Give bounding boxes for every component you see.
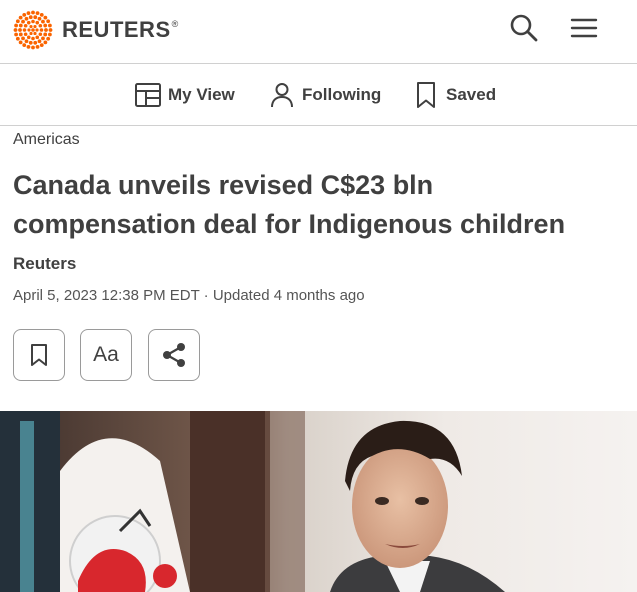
save-article-button[interactable]	[13, 329, 65, 381]
text-size-button[interactable]: Aa	[80, 329, 132, 381]
article-author[interactable]: Reuters	[13, 254, 76, 274]
share-button[interactable]	[148, 329, 200, 381]
bookmark-icon	[417, 82, 435, 108]
brand-name: REUTERS®	[62, 17, 179, 42]
nav-following-label: Following	[302, 85, 382, 104]
bookmark-icon	[31, 344, 47, 366]
text-size-label: Aa	[93, 343, 119, 366]
user-nav: My View Following Saved	[0, 65, 637, 126]
hero-photo	[0, 411, 637, 592]
article-headline: Canada unveils revised C$23 bln compensa…	[13, 170, 566, 239]
section-link[interactable]: Americas	[13, 131, 80, 149]
site-header: REUTERS®	[0, 0, 637, 64]
hamburger-menu-icon[interactable]	[568, 12, 600, 44]
share-icon	[163, 343, 185, 367]
nav-my-view-label: My View	[168, 85, 235, 104]
search-icon[interactable]	[508, 12, 540, 44]
reuters-logo-icon	[13, 10, 53, 50]
article-dateline: April 5, 2023 12:38 PM EDT · Updated 4 m…	[13, 287, 365, 304]
reuters-logo[interactable]: REUTERS®	[12, 10, 179, 50]
nav-my-view[interactable]: My View	[134, 79, 235, 111]
person-icon	[271, 83, 293, 108]
article-hero-image[interactable]	[0, 411, 637, 592]
nav-saved[interactable]: Saved	[412, 79, 496, 111]
my-view-icon	[135, 83, 161, 107]
nav-saved-label: Saved	[446, 85, 497, 104]
nav-following[interactable]: Following	[268, 79, 381, 111]
